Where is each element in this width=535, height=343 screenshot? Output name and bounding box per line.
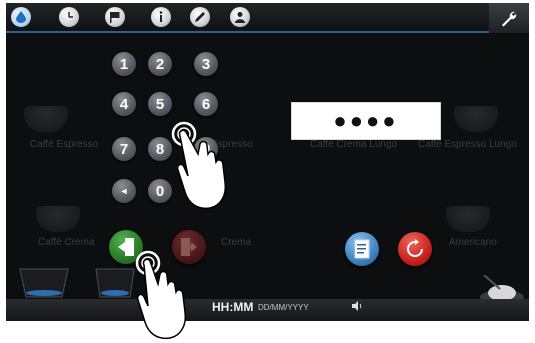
background-product-label: Caffè Crema [38,237,95,248]
key-3[interactable]: 3 [194,52,218,76]
key-6[interactable]: 6 [194,92,218,116]
glass-icon [19,268,69,298]
background-cup [446,206,490,232]
backspace-key[interactable]: ◄ [112,179,136,203]
background-cup [24,106,68,132]
background-product-label: Crema [221,237,252,248]
water-drop-icon[interactable] [11,7,31,27]
background-product-label: Americano [449,237,497,248]
speaker-icon[interactable] [351,301,363,311]
touch-hand-icon [135,250,187,340]
pencil-icon[interactable] [190,7,210,27]
clock-time: HH:MM [212,300,254,314]
flag-icon[interactable] [105,7,125,27]
refresh-button[interactable] [398,232,432,266]
key-0[interactable]: 0 [148,179,172,203]
clock-icon[interactable] [59,7,79,27]
wrench-icon[interactable] [489,3,529,33]
background-product-label: Caffè Crema Lungo [310,139,398,150]
user-icon[interactable] [230,7,250,27]
pin-display-field[interactable]: ●●●● [291,102,441,140]
key-1[interactable]: 1 [112,52,136,76]
backspace-icon: ◄ [119,186,129,196]
key-5[interactable]: 5 [148,92,172,116]
refresh-icon [407,239,423,257]
clipboard-list-button[interactable] [345,232,379,266]
date-format: DD/MM/YYYY [258,303,309,312]
background-product-label: Caffè Espresso Lungo [418,139,517,150]
top-toolbar [6,3,529,33]
key-7[interactable]: 7 [112,137,136,161]
touch-hand-icon [171,121,227,210]
background-cup [454,106,498,132]
background-cup [36,206,80,232]
key-2[interactable]: 2 [148,52,172,76]
key-4[interactable]: 4 [112,92,136,116]
info-icon[interactable] [151,7,171,27]
key-8[interactable]: 8 [148,137,172,161]
machine-screen: Caffè Espresso Espresso Caffè Crema Lung… [6,3,529,321]
clipboard-list-icon [354,239,370,259]
background-product-label: Caffè Espresso [30,139,99,150]
